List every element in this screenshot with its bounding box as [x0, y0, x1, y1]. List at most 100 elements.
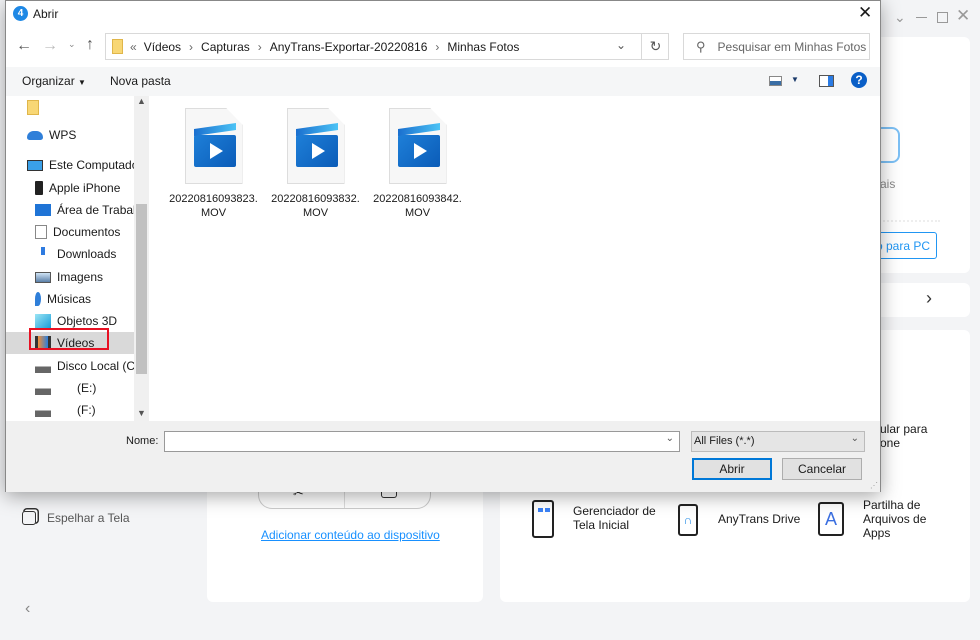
bottom-panel: Nome: ⌄ All Files (*.*) ⌄ Abrir Cancelar…	[6, 421, 880, 492]
breadcrumb: Vídeos › Capturas › AnyTrans-Exportar-2022…	[144, 40, 520, 54]
up-arrow-icon[interactable]: ↑	[86, 36, 94, 54]
nav-item[interactable]: Apple iPhone	[6, 177, 134, 199]
usb-drive-icon: ∩	[678, 504, 698, 536]
tool-home-screen[interactable]: Gerenciador de Tela Inicial	[524, 498, 664, 542]
selection-highlight	[29, 328, 109, 350]
nav-item[interactable]: Músicas	[6, 288, 134, 310]
nav-item[interactable]: WPS	[6, 124, 134, 146]
search-box[interactable]: ⚲ Pesquisar em Minhas Fotos	[683, 33, 870, 60]
view-dropdown-icon[interactable]: ▼	[791, 75, 799, 84]
breadcrumb-overflow[interactable]: «	[130, 40, 137, 54]
view-options-icon[interactable]	[769, 76, 782, 86]
open-button[interactable]: Abrir	[692, 458, 772, 480]
chevron-down-icon[interactable]: ⌄	[666, 433, 674, 444]
music-icon	[35, 292, 41, 306]
file-list: 20220816093823. MOV 20220816093832. MOV 2022…	[151, 96, 880, 421]
scroll-thumb[interactable]	[136, 204, 147, 374]
nav-item-label: Área de Trabalho	[57, 203, 134, 217]
nav-item[interactable]: Documentos	[6, 221, 134, 243]
desktop-icon	[35, 204, 51, 216]
back-arrow-icon[interactable]: ←	[16, 37, 32, 55]
drive-icon	[35, 403, 51, 417]
navigation-pane: WPS Este Computador Apple iPhone Área de Tr…	[6, 96, 149, 421]
file-name: 20220816093842.	[373, 193, 462, 205]
organize-label: Organizar	[22, 74, 75, 88]
phone-icon	[35, 181, 43, 195]
file-item[interactable]: 20220816093823. MOV	[166, 108, 261, 220]
nav-item[interactable]: Este Computador	[6, 154, 134, 176]
pictures-icon	[35, 271, 51, 283]
minimize-icon[interactable]	[916, 17, 927, 18]
phone-label-2: one	[880, 436, 901, 450]
dialog-title: Abrir	[33, 7, 59, 21]
scroll-up-icon[interactable]: ▲	[137, 96, 146, 106]
file-item[interactable]: 20220816093832. MOV	[268, 108, 363, 220]
tool-app-file-sharing[interactable]: A Partilha de Arquivos de Apps	[814, 498, 954, 542]
more-label: ais	[880, 177, 896, 191]
file-extension: MOV	[302, 207, 329, 219]
cancel-label: Cancelar	[797, 462, 847, 476]
cube-icon	[35, 314, 51, 328]
file-item[interactable]: 20220816093842. MOV	[370, 108, 465, 220]
breadcrumb-item[interactable]: Minhas Fotos	[447, 40, 519, 54]
address-bar[interactable]: « Vídeos › Capturas › AnyTrans-Exportar-20…	[105, 33, 669, 60]
breadcrumb-item[interactable]: Capturas	[201, 40, 250, 54]
chevron-right-icon[interactable]: ›	[926, 288, 932, 309]
nav-scrollbar[interactable]: ▲ ▼	[134, 96, 149, 421]
breadcrumb-item[interactable]: Vídeos	[144, 40, 181, 54]
nav-item-label: Objetos 3D	[57, 314, 118, 328]
file-type-select[interactable]: All Files (*.*) ⌄	[691, 431, 865, 452]
nav-item-label: Downloads	[57, 247, 117, 261]
folder-icon	[27, 99, 39, 115]
add-content-link[interactable]: Adicionar conteúdo ao dispositivo	[261, 528, 440, 542]
resize-grip-icon[interactable]: ⋰	[870, 481, 878, 490]
video-file-icon	[286, 108, 345, 184]
nav-item-label: (F:)	[77, 403, 96, 417]
close-icon[interactable]: ✕	[858, 3, 872, 23]
nav-item[interactable]: Downloads	[6, 243, 134, 265]
mirror-icon	[22, 511, 36, 525]
file-extension: MOV	[200, 207, 227, 219]
chevron-right-icon[interactable]: ›	[435, 40, 439, 54]
refresh-icon[interactable]: ↻	[641, 34, 669, 59]
nav-item[interactable]: Imagens	[6, 266, 134, 288]
nav-item[interactable]: Disco Local (C:)	[6, 355, 134, 377]
close-icon[interactable]: ✕	[956, 6, 970, 26]
tool-anytrans-drive[interactable]: ∩ AnyTrans Drive	[674, 498, 804, 542]
chevron-down-icon[interactable]: ⌄	[851, 433, 859, 444]
scroll-down-icon[interactable]: ▼	[137, 408, 146, 418]
nav-item[interactable]: (F:)	[6, 399, 134, 421]
nav-item-label: Documentos	[53, 225, 121, 239]
caret-down-icon: ▼	[78, 78, 86, 87]
command-bar: Organizar ▼ Nova pasta ▼ ?	[6, 67, 880, 96]
tool-label: AnyTrans Drive	[718, 512, 801, 526]
chevron-right-icon[interactable]: ›	[189, 40, 193, 54]
breadcrumb-item[interactable]: AnyTrans-Exportar-20220816	[270, 40, 428, 54]
chevron-down-icon[interactable]: ⌄	[894, 9, 906, 26]
sidebar-item-mirror[interactable]: Espelhar a Tela	[22, 511, 130, 525]
collapse-sidebar-icon[interactable]: ‹	[25, 600, 30, 618]
organize-menu[interactable]: Organizar ▼	[22, 74, 86, 88]
nav-item-label: Este Computador	[49, 158, 134, 172]
file-name: 20220816093832.	[271, 193, 360, 205]
address-dropdown-icon[interactable]: ⌄	[616, 38, 626, 52]
forward-arrow-icon[interactable]: →	[42, 37, 58, 55]
nav-item[interactable]	[6, 96, 134, 118]
recent-dropdown-icon[interactable]: ⌄	[68, 39, 76, 50]
nav-item-label: (E:)	[77, 381, 97, 395]
maximize-icon[interactable]	[937, 12, 948, 23]
nav-item[interactable]: Área de Trabalho	[6, 199, 134, 221]
filename-input[interactable]: ⌄	[164, 431, 680, 452]
documents-icon	[35, 225, 47, 239]
help-icon[interactable]: ?	[851, 72, 867, 88]
app-store-file-icon: A	[818, 502, 844, 536]
file-name: 20220816093823.	[169, 193, 258, 205]
open-file-dialog: 4 Abrir ✕ ← → ⌄ ↑ « Vídeos › Capturas › An…	[5, 0, 881, 492]
chevron-right-icon[interactable]: ›	[258, 40, 262, 54]
nav-item[interactable]: (E:)	[6, 377, 134, 399]
cancel-button[interactable]: Cancelar	[782, 458, 862, 480]
file-type-value: All Files (*.*)	[694, 435, 755, 447]
search-placeholder: Pesquisar em Minhas Fotos	[717, 39, 867, 54]
new-folder-button[interactable]: Nova pasta	[110, 74, 171, 88]
preview-pane-icon[interactable]	[819, 75, 834, 87]
